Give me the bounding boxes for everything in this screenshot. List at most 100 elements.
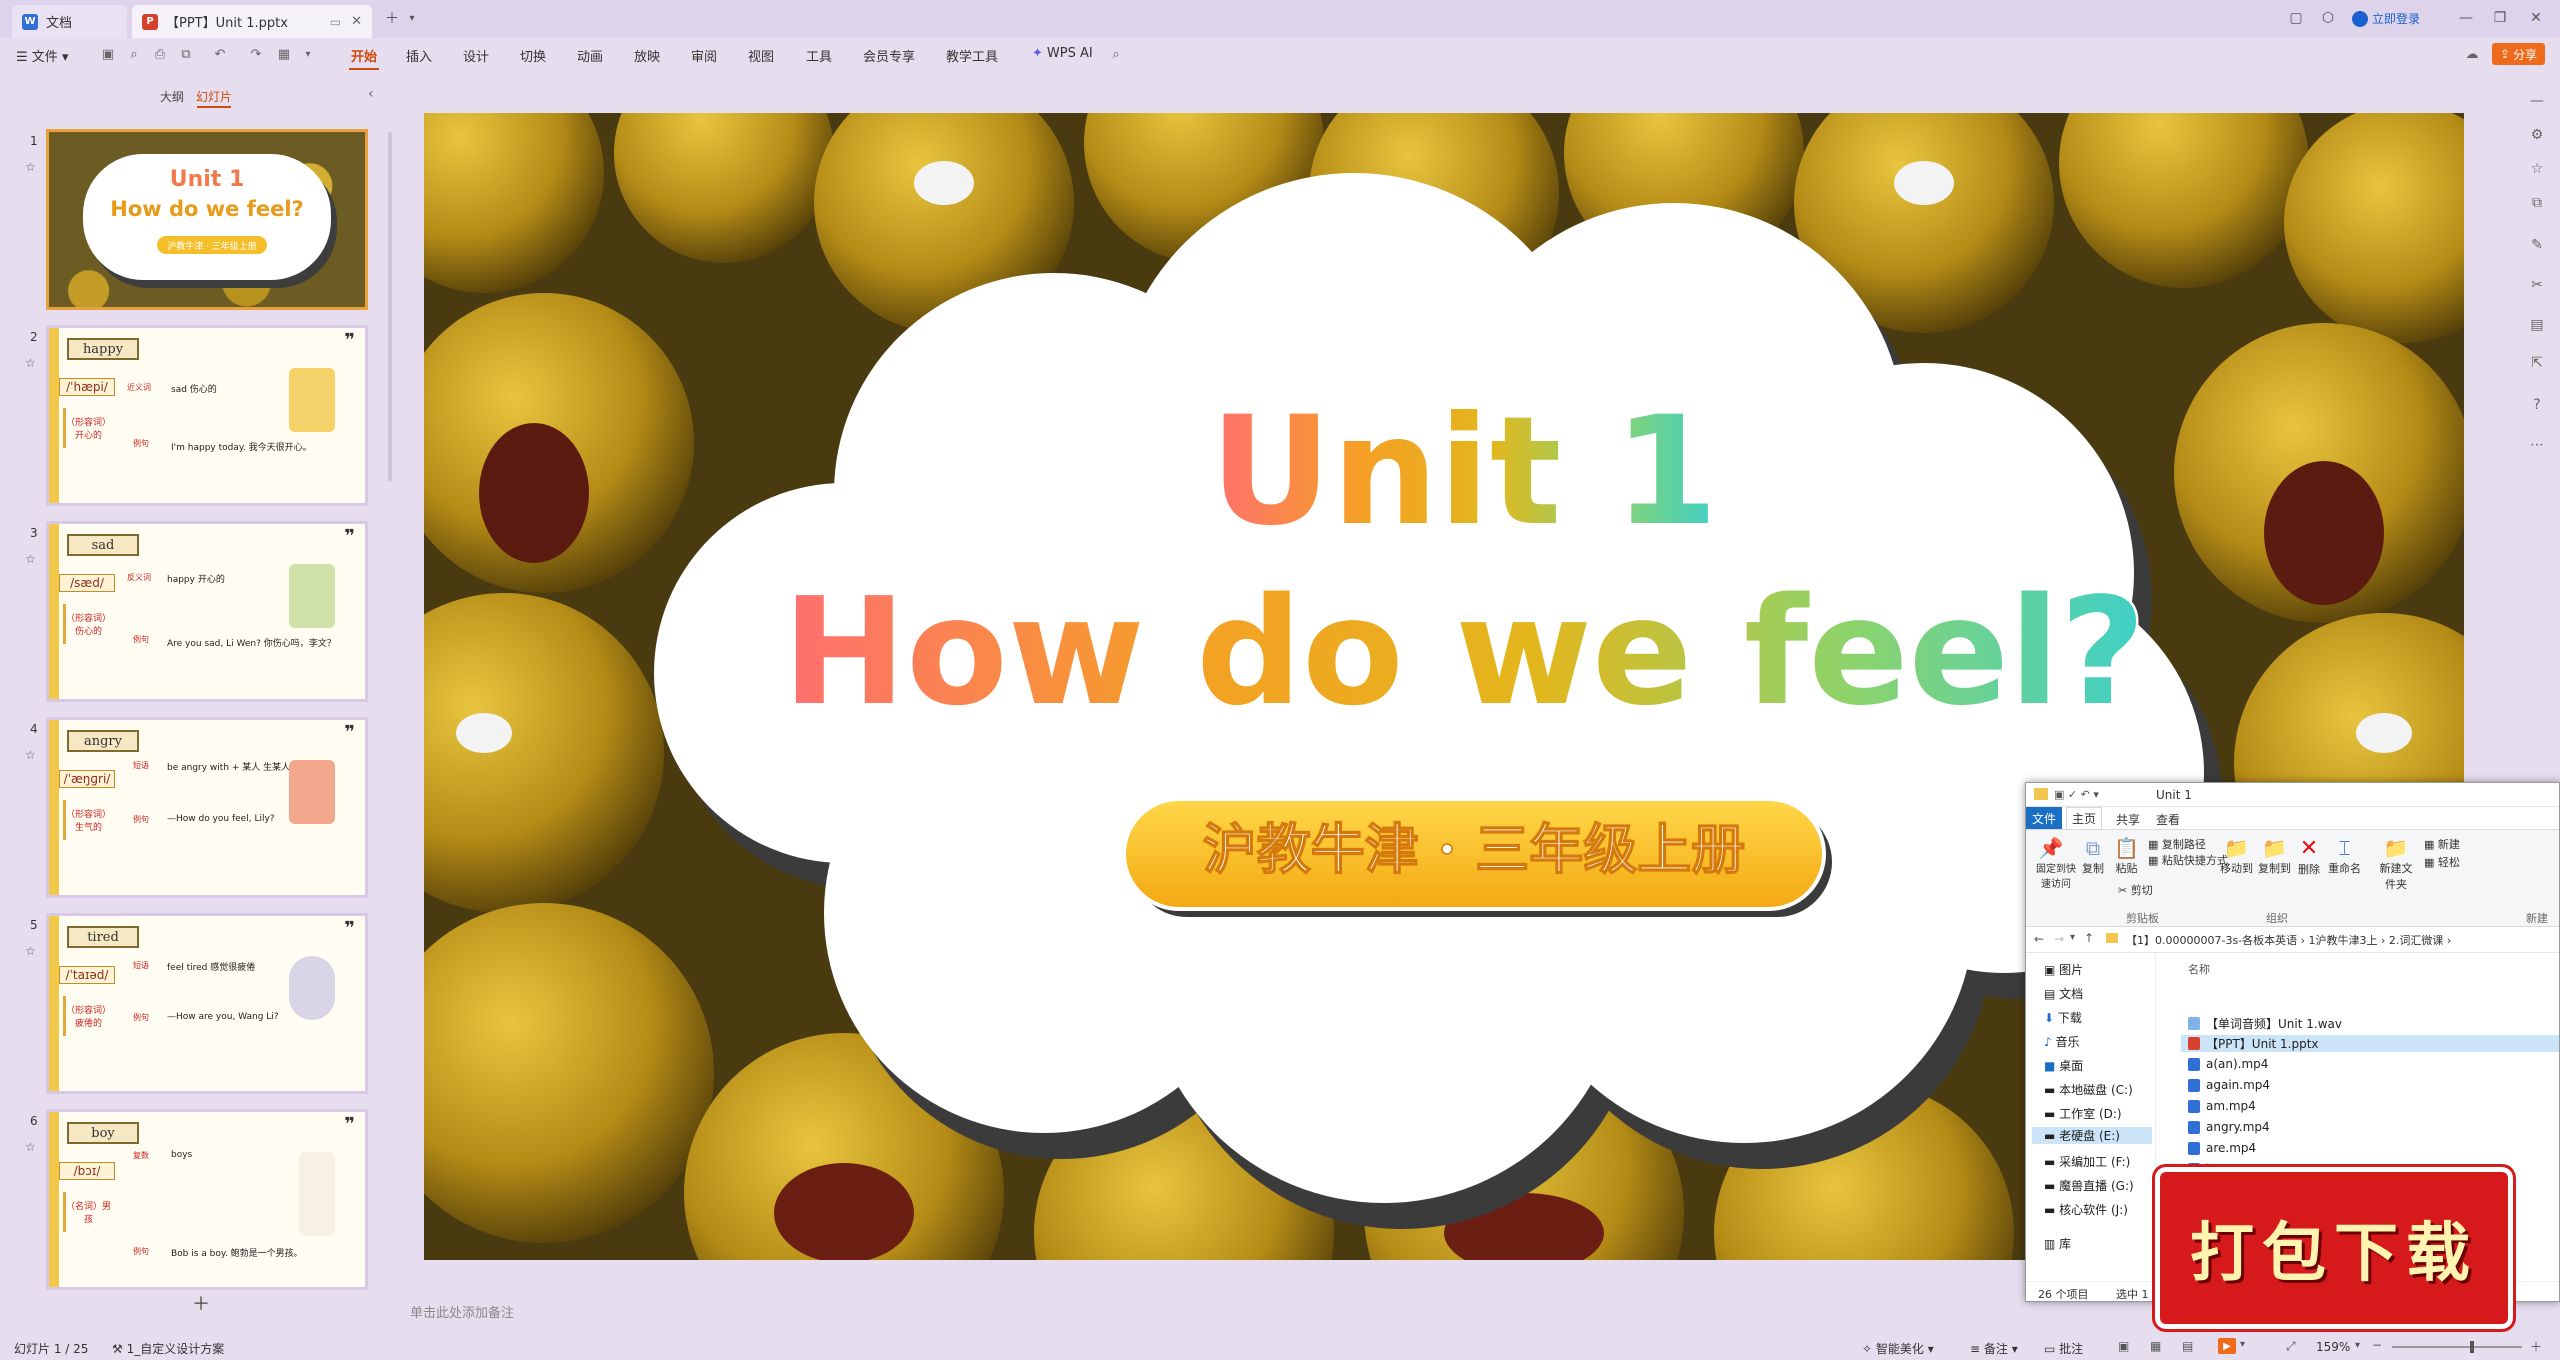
copy-path-button[interactable]: ▦ 复制路径 — [2148, 836, 2206, 852]
search-icon[interactable]: ⌕ — [1108, 46, 1124, 62]
column-name[interactable]: 名称 — [2188, 961, 2210, 977]
copy-to-button[interactable]: 📁 复制到 — [2258, 836, 2291, 876]
nav-music[interactable]: ♪ 音乐 — [2044, 1033, 2080, 1050]
tab-screen-icon[interactable]: ▭ — [330, 15, 341, 29]
nav-desktop[interactable]: ■ 桌面 — [2044, 1057, 2083, 1074]
menu-insert[interactable]: 插入 — [406, 46, 432, 65]
collapse-panel-icon[interactable]: ‹ — [368, 86, 374, 102]
nav-downloads[interactable]: ⬇ 下载 — [2044, 1009, 2082, 1026]
more-icon[interactable]: ⋯ — [2528, 436, 2546, 454]
tab-documents[interactable]: W 文档 — [12, 5, 127, 38]
minimize-icon[interactable]: — — [2456, 8, 2476, 28]
star-icon[interactable]: ☆ — [2528, 160, 2546, 178]
beautify-button[interactable]: ✧ 智能美化 ▾ — [1862, 1340, 1934, 1357]
collapse-icon[interactable]: — — [2528, 92, 2546, 110]
cloud-icon[interactable]: ☁ — [2464, 46, 2480, 62]
print-icon[interactable]: ⎙ — [152, 46, 168, 62]
file-row[interactable]: again.mp4 — [2188, 1078, 2270, 1092]
slide-thumb-2[interactable]: happy /ˈhæpi/ （形容词）开心的 近义词 sad 伤心的 例句 I'… — [46, 325, 368, 506]
recent-icon[interactable]: ▾ — [2070, 932, 2075, 943]
file-row[interactable]: am.mp4 — [2188, 1099, 2256, 1113]
normal-view-icon[interactable]: ▣ — [2118, 1339, 2129, 1353]
beautify-icon[interactable]: ✎ — [2528, 236, 2546, 254]
quick-access-icons[interactable]: ▣ ✓ ↶ ▾ — [2054, 788, 2099, 801]
reading-view-icon[interactable]: ▤ — [2182, 1339, 2193, 1353]
nav-documents[interactable]: ▤ 文档 — [2044, 985, 2083, 1002]
nav-pictures[interactable]: ▣ 图片 — [2044, 961, 2083, 978]
ribbon-tab-view[interactable]: 查看 — [2156, 811, 2180, 828]
notes-button[interactable]: ≡ 备注 ▾ — [1970, 1340, 2018, 1357]
nav-drive-j[interactable]: ▬ 核心软件 (J:) — [2044, 1201, 2128, 1218]
pin-button[interactable]: 📌 固定到快速访问 — [2032, 836, 2076, 890]
zoom-out-icon[interactable]: − — [2372, 1338, 2382, 1352]
rename-button[interactable]: ⌶ 重命名 — [2328, 836, 2361, 876]
tab-outline[interactable]: 大纲 — [160, 88, 184, 105]
notes-placeholder[interactable]: 单击此处添加备注 — [410, 1302, 2010, 1321]
ribbon-tab-home[interactable]: 主页 — [2066, 807, 2102, 829]
ribbon-tab-share[interactable]: 共享 — [2116, 811, 2140, 828]
settings-icon[interactable]: ⚙ — [2528, 126, 2546, 144]
nav-drive-e[interactable]: ▬ 老硬盘 (E:) — [2032, 1127, 2152, 1144]
forward-icon[interactable]: → — [2054, 932, 2064, 946]
menu-view[interactable]: 视图 — [748, 46, 774, 65]
tab-slides[interactable]: 幻灯片 — [196, 88, 232, 105]
delete-button[interactable]: ✕ 删除 — [2298, 836, 2320, 877]
download-package-badge[interactable]: 打包下载 — [2160, 1172, 2508, 1324]
address-path[interactable]: 【1】0.00000007-3s-各板本英语 › 1沪教牛津3上 › 2.词汇微… — [2126, 932, 2451, 948]
zoom-in-icon[interactable]: ＋ — [2530, 1338, 2542, 1355]
undo-icon[interactable]: ↶ — [212, 46, 228, 62]
file-row[interactable]: 【单词音频】Unit 1.wav — [2188, 1015, 2342, 1032]
menu-home[interactable]: 开始 — [351, 46, 377, 65]
star-icon[interactable]: ☆ — [25, 356, 36, 370]
tools-icon[interactable]: ✂ — [2528, 276, 2546, 294]
share-icon[interactable]: ⇱ — [2528, 354, 2546, 372]
menu-animation[interactable]: 动画 — [577, 46, 603, 65]
ribbon-tab-file[interactable]: 文件 — [2026, 807, 2062, 829]
save-icon[interactable]: ▣ — [100, 46, 116, 62]
slide-thumb-1[interactable]: Unit 1 How do we feel? 沪教牛津 · 三年级上册 — [46, 129, 368, 310]
chevron-down-icon[interactable]: ▾ — [402, 8, 422, 28]
star-icon[interactable]: ☆ — [25, 944, 36, 958]
nav-libraries[interactable]: ▥ 库 — [2044, 1235, 2071, 1252]
paste-shortcut-button[interactable]: ▦ 粘贴快捷方式 — [2148, 852, 2228, 868]
restore-icon[interactable]: ❐ — [2490, 8, 2510, 28]
new-folder-button[interactable]: 📁 新建文件夹 — [2376, 836, 2416, 892]
zoom-slider[interactable] — [2392, 1346, 2522, 1348]
menu-teaching-tools[interactable]: 教学工具 — [946, 46, 998, 65]
star-icon[interactable]: ☆ — [25, 552, 36, 566]
star-icon[interactable]: ☆ — [25, 160, 36, 174]
login-button[interactable]: 立即登录 — [2352, 10, 2420, 27]
menu-tools[interactable]: 工具 — [806, 46, 832, 65]
nav-drive-d[interactable]: ▬ 工作室 (D:) — [2044, 1105, 2122, 1122]
comment-button[interactable]: ▭ 批注 — [2044, 1340, 2083, 1357]
format-painter-icon[interactable]: ▦ — [276, 46, 292, 62]
slide-thumb-5[interactable]: tired /ˈtaɪəd/ （形容词）疲倦的 短语 feel tired 感觉… — [46, 913, 368, 1094]
zoom-slider-thumb[interactable] — [2470, 1341, 2474, 1353]
chevron-down-icon[interactable]: ▾ — [2355, 1340, 2360, 1351]
paste-button[interactable]: 📋 粘贴 — [2114, 836, 2139, 876]
chevron-down-icon[interactable]: ▾ — [2240, 1339, 2245, 1350]
menu-design[interactable]: 设计 — [463, 46, 489, 65]
new-item-button[interactable]: ▦ 新建 — [2424, 836, 2460, 852]
menu-member[interactable]: 会员专享 — [863, 46, 915, 65]
copy-icon[interactable]: ⧉ — [2528, 194, 2546, 212]
easy-access-button[interactable]: ▦ 轻松 — [2424, 854, 2460, 870]
nav-drive-g[interactable]: ▬ 魔兽直播 (G:) — [2044, 1177, 2134, 1194]
nav-drive-c[interactable]: ▬ 本地磁盘 (C:) — [2044, 1081, 2133, 1098]
grid-view-icon[interactable]: ▦ — [2150, 1339, 2161, 1353]
zoom-level[interactable]: 159% — [2316, 1340, 2350, 1354]
layout-icon[interactable]: ▢ — [2286, 8, 2306, 28]
theme-name[interactable]: ⚒ 1_自定义设计方案 — [112, 1340, 224, 1357]
new-tab-icon[interactable]: ＋ — [382, 8, 402, 28]
file-row[interactable]: angry.mp4 — [2188, 1120, 2270, 1134]
preview-icon[interactable]: ⧉ — [178, 46, 194, 62]
book-icon[interactable]: ▤ — [2528, 316, 2546, 334]
slide-thumb-6[interactable]: boy /bɔɪ/ （名词）男孩 复数 boys 例句 Bob is a boy… — [46, 1109, 368, 1290]
file-menu[interactable]: ☰ 文件 ▾ — [16, 46, 68, 65]
back-icon[interactable]: ← — [2034, 932, 2044, 946]
search-doc-icon[interactable]: ⌕ — [126, 46, 142, 62]
redo-icon[interactable]: ↷ — [248, 46, 264, 62]
close-tab-icon[interactable]: ✕ — [351, 14, 362, 29]
play-slideshow-icon[interactable]: ▶ — [2218, 1338, 2236, 1354]
panel-scrollbar[interactable] — [388, 132, 392, 482]
